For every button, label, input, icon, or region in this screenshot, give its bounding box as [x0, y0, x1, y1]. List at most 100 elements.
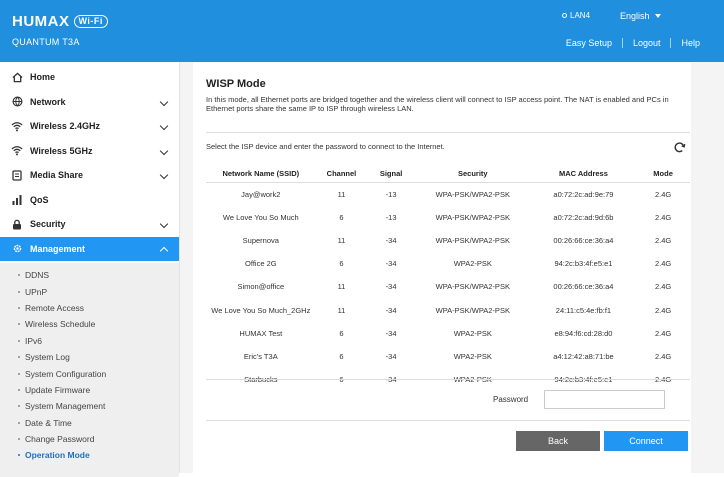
connect-button[interactable]: Connect	[604, 431, 688, 451]
subnav-upnp[interactable]: UPnP	[0, 283, 179, 299]
signal-cell: -34	[385, 328, 397, 338]
table-row[interactable]: Simon@office 11 -34 WPA-PSK/WPA2-PSK 00:26:6…	[206, 275, 690, 298]
mac-cell: a0:72:2c:ad:9d:6b	[553, 213, 614, 223]
table-row[interactable]: Eric's T3A 6 -34 WPA2-PSK a4:12:42:a8:71:be 2…	[206, 345, 690, 368]
subnav-operation-mode[interactable]: Operation Mode	[0, 447, 179, 463]
chevron-down-icon	[159, 219, 169, 229]
top-links: Easy Setup Logout Help	[556, 38, 710, 48]
model-name: QUANTUM T3A	[12, 37, 80, 47]
security-cell: WPA2-PSK	[453, 259, 492, 269]
top-header: HUMAX Wi-Fi QUANTUM T3A LAN4 English Eas…	[0, 0, 724, 62]
column-header-mac: MAC Address	[530, 165, 637, 183]
divider	[206, 379, 690, 380]
wifi-icon	[11, 145, 23, 157]
sidebar-item-security[interactable]: Security	[0, 212, 179, 237]
sidebar-item-label: Media Share	[30, 170, 84, 181]
channel-cell: 6	[339, 259, 344, 269]
security-cell: WPA-PSK/WPA2-PSK	[435, 190, 510, 200]
sidebar-item-wireless-5[interactable]: Wireless 5GHz	[0, 139, 179, 164]
sidebar-item-label: Wireless 2.4GHz	[30, 121, 100, 132]
language-label: English	[620, 11, 650, 21]
password-input[interactable]	[544, 390, 665, 409]
table-row[interactable]: Supernova 11 -34 WPA-PSK/WPA2-PSK 00:26:66:c…	[206, 229, 690, 252]
security-cell: WPA-PSK/WPA2-PSK	[435, 236, 510, 246]
column-header-security: Security	[414, 165, 531, 183]
mode-cell: 2.4G	[654, 236, 672, 246]
management-submenu: DDNS UPnP Remote Access Wireless Schedul…	[0, 263, 179, 477]
security-cell: WPA2-PSK	[453, 351, 492, 361]
storage-icon	[11, 169, 23, 181]
mode-cell: 2.4G	[654, 328, 672, 338]
table-row[interactable]: Office 2G 6 -34 WPA2-PSK 94:2c:b3:4f:e5:e1 2.…	[206, 252, 690, 275]
column-header-ssid: Network Name (SSID)	[206, 165, 316, 183]
mac-cell: 94:2c:b3:4f:e5:e1	[554, 259, 613, 269]
mac-cell: a0:72:2c:ad:9e:79	[553, 190, 614, 200]
mode-cell: 2.4G	[654, 305, 672, 315]
mac-cell: a4:12:42:a8:71:be	[553, 351, 614, 361]
back-button[interactable]: Back	[516, 431, 600, 451]
table-row[interactable]: HUMAX Test 6 -34 WPA2-PSK e8:94:f6:cd:28:d0 2…	[206, 322, 690, 345]
subnav-update-firmware[interactable]: Update Firmware	[0, 382, 179, 398]
divider	[206, 420, 690, 421]
sidebar-item-management[interactable]: Management	[0, 236, 179, 261]
language-selector[interactable]: English	[620, 11, 661, 21]
sidebar-item-qos[interactable]: QoS	[0, 188, 179, 213]
subnav-system-management[interactable]: System Management	[0, 398, 179, 414]
security-cell: WPA-PSK/WPA2-PSK	[435, 213, 510, 223]
sidebar-item-media-share[interactable]: Media Share	[0, 163, 179, 188]
sidebar-item-wireless-24[interactable]: Wireless 2.4GHz	[0, 114, 179, 139]
lan-status-label: LAN4	[570, 11, 591, 20]
channel-cell: 11	[337, 305, 346, 315]
table-row[interactable]: Jay@work2 11 -13 WPA-PSK/WPA2-PSK a0:72:2c:a…	[206, 183, 690, 207]
column-header-channel: Channel	[315, 165, 368, 183]
sidebar-item-network[interactable]: Network	[0, 90, 179, 115]
ssid-cell: Supernova	[242, 236, 279, 246]
page-description: In this mode, all Ethernet ports are bri…	[206, 95, 669, 113]
subnav-wireless-schedule[interactable]: Wireless Schedule	[0, 316, 179, 332]
chevron-down-icon	[159, 146, 169, 155]
chevron-down-icon	[654, 14, 661, 18]
easy-setup-link[interactable]: Easy Setup	[556, 38, 622, 48]
sidebar-item-label: Home	[30, 72, 56, 83]
table-row[interactable]: We Love You So Much_2GHz 11 -34 WPA-PSK/WPA…	[206, 298, 690, 321]
channel-cell: 11	[337, 190, 346, 200]
lan-status: LAN4	[562, 11, 590, 20]
sidebar-item-label: Security	[30, 219, 66, 230]
sidebar-item-label: QoS	[30, 194, 49, 205]
table-row[interactable]: We Love You So Much 6 -13 WPA-PSK/WPA2-PSK a…	[206, 206, 690, 229]
main-content: WISP Mode In this mode, all Ethernet por…	[180, 62, 724, 473]
password-label: Password	[493, 395, 529, 404]
channel-cell: 6	[339, 213, 344, 223]
globe-icon	[11, 96, 23, 108]
security-cell: WPA-PSK/WPA2-PSK	[435, 282, 510, 292]
column-header-mode: Mode	[636, 165, 690, 183]
ssid-cell: We Love You So Much_2GHz	[211, 305, 311, 315]
mode-cell: 2.4G	[654, 351, 672, 361]
sidebar: Home Network Wireless 2.4GHz Wireless 5G…	[0, 62, 180, 477]
ssid-cell: We Love You So Much	[222, 213, 299, 223]
instruction-text: Select the ISP device and enter the pass…	[206, 142, 445, 151]
chevron-down-icon	[159, 170, 169, 180]
signal-cell: -34	[385, 351, 397, 361]
signal-cell: -13	[385, 190, 397, 200]
subnav-remote-access[interactable]: Remote Access	[0, 300, 179, 316]
subnav-date-time[interactable]: Date & Time	[0, 415, 179, 431]
channel-cell: 11	[337, 282, 346, 292]
help-link[interactable]: Help	[670, 38, 710, 48]
sidebar-item-home[interactable]: Home	[0, 65, 179, 90]
logout-link[interactable]: Logout	[621, 38, 671, 48]
subnav-ddns[interactable]: DDNS	[0, 267, 179, 283]
channel-cell: 11	[337, 236, 346, 246]
sidebar-item-label: Wireless 5GHz	[30, 145, 93, 156]
ssid-cell: Office 2G	[245, 259, 277, 269]
mode-cell: 2.4G	[654, 190, 672, 200]
subnav-system-configuration[interactable]: System Configuration	[0, 365, 179, 381]
mac-cell: 00:26:66:ce:36:a4	[553, 282, 614, 292]
subnav-change-password[interactable]: Change Password	[0, 431, 179, 447]
subnav-system-log[interactable]: System Log	[0, 349, 179, 365]
ssid-cell: HUMAX Test	[239, 328, 283, 338]
refresh-icon[interactable]	[673, 141, 686, 154]
subnav-ipv6[interactable]: IPv6	[0, 333, 179, 349]
sidebar-item-label: Network	[30, 96, 66, 107]
mac-cell: 00:26:66:ce:36:a4	[553, 236, 614, 246]
